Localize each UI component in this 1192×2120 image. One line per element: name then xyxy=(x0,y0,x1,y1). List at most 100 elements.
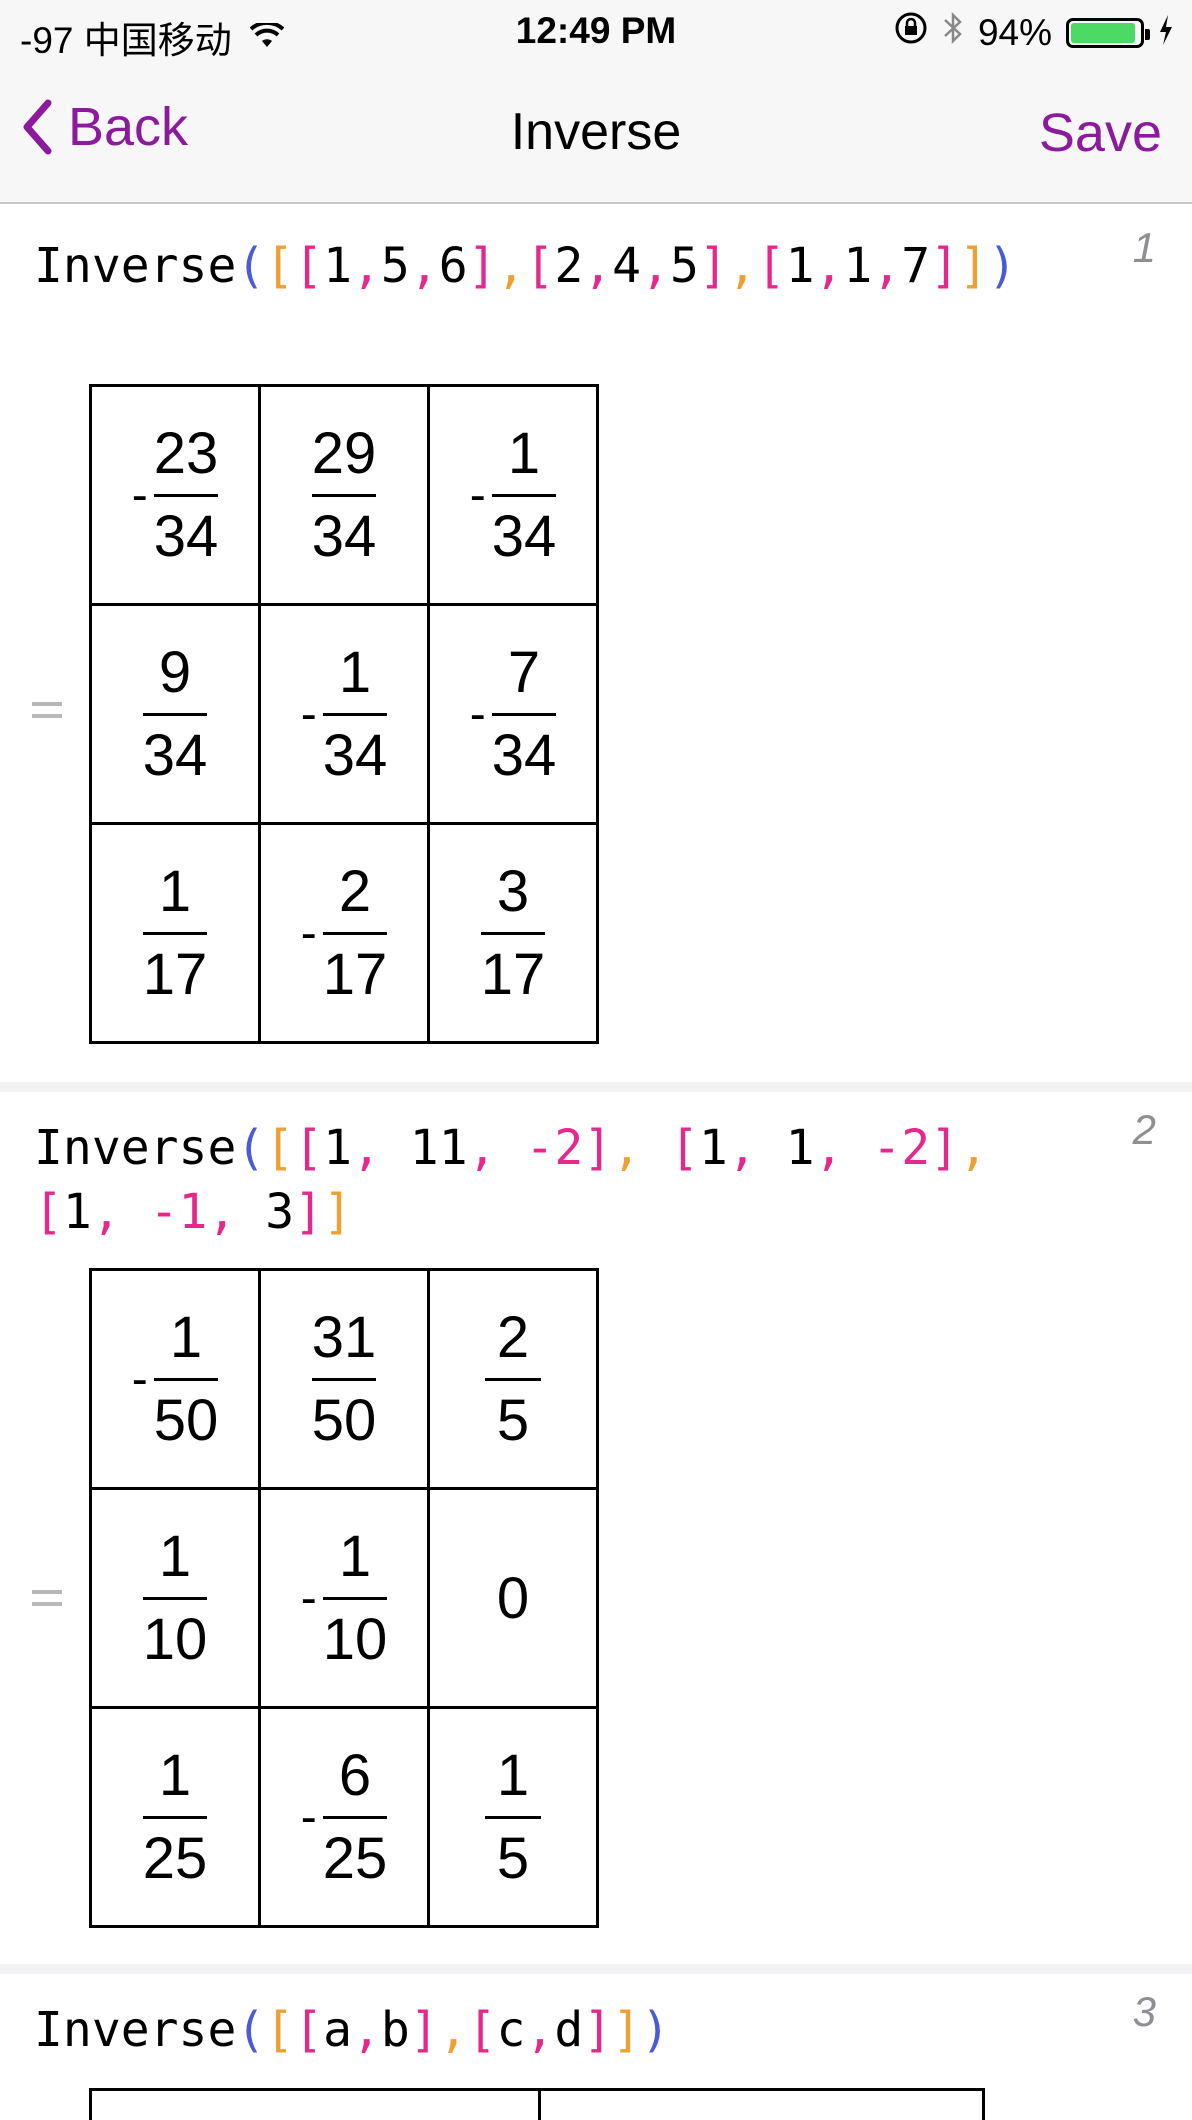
fraction-numerator: 1 xyxy=(169,1304,203,1370)
matrix-cell: 29 34 xyxy=(258,384,430,606)
fraction-denominator: 17 xyxy=(480,941,546,1007)
fraction-bar xyxy=(480,931,546,935)
fraction-denominator: 34 xyxy=(322,722,388,788)
matrix-cell: -1 34 xyxy=(258,603,430,825)
fraction: 9 34 xyxy=(142,639,208,790)
fraction-numerator: 1 xyxy=(158,1742,192,1808)
fraction-denominator: 50 xyxy=(153,1387,219,1453)
battery-fill xyxy=(1071,22,1135,43)
fraction-sign: - xyxy=(300,1571,317,1625)
fraction-bar xyxy=(491,712,557,716)
fraction-numerator: 1 xyxy=(158,1523,192,1589)
matrix-cell: 31 50 xyxy=(258,1268,430,1490)
fraction-denominator: 17 xyxy=(142,941,208,1007)
status-bar: -97 中国移动 12:49 PM 94% xyxy=(0,0,1192,66)
matrix-cell: -23 34 xyxy=(89,384,261,606)
fraction-denominator: 25 xyxy=(142,1825,208,1891)
fraction-numerator: 23 xyxy=(153,420,219,486)
fraction-bar xyxy=(153,493,219,497)
fraction-sign: - xyxy=(131,1352,148,1406)
matrix-cell: -1 50 xyxy=(89,1268,261,1490)
fraction: 31 50 xyxy=(311,1304,377,1455)
status-right: 94% xyxy=(894,10,1174,55)
rotation-lock-icon xyxy=(894,11,928,54)
fraction: -2 17 xyxy=(301,858,388,1009)
fraction-bar xyxy=(485,1377,541,1381)
fraction-numerator: 29 xyxy=(311,420,377,486)
entry-2[interactable]: 2 Inverse([[1, 11, -2], [1, 1, -2], [1, … xyxy=(0,1092,1192,1964)
fraction-bar xyxy=(142,712,208,716)
fraction-denominator: 50 xyxy=(311,1387,377,1453)
fraction: 1 25 xyxy=(142,1742,208,1893)
fraction-denominator: 5 xyxy=(496,1387,530,1453)
fraction-sign: - xyxy=(469,468,486,522)
fraction: -6 25 xyxy=(301,1742,388,1893)
matrix-cell: 25 xyxy=(427,1268,599,1490)
matrix-cell: 1 10 xyxy=(89,1487,261,1709)
result-matrix-partial xyxy=(89,2088,985,2120)
equals-sign xyxy=(32,702,62,726)
fraction-numerator: 7 xyxy=(507,639,541,705)
fraction-sign: - xyxy=(300,1790,317,1844)
fraction-bar xyxy=(322,1815,388,1819)
fraction-denominator: 10 xyxy=(142,1606,208,1672)
matrix-row: -1 50 31 50 2 5 xyxy=(89,1268,599,1490)
fraction: 1 17 xyxy=(142,858,208,1009)
result-matrix: -23 34 29 34-1 34 9 34-1 34-7 34 1 17-2 17 3 17 xyxy=(89,384,599,1044)
matrix-row: -23 34 29 34-1 34 xyxy=(89,384,599,606)
fraction: -1 34 xyxy=(301,639,388,790)
fraction: -23 34 xyxy=(132,420,219,571)
fraction-bar xyxy=(311,1377,377,1381)
matrix-cell: 15 xyxy=(427,1706,599,1928)
fraction: -7 34 xyxy=(470,639,557,790)
entry-number: 3 xyxy=(1132,1988,1156,2035)
expression-input[interactable]: Inverse([[1,5,6],[2,4,5],[1,1,7]]) xyxy=(34,234,1074,298)
fraction-denominator: 34 xyxy=(142,722,208,788)
entry-3[interactable]: 3 Inverse([[a,b],[c,d]]) xyxy=(0,1974,1192,2120)
fraction-numerator: 1 xyxy=(338,1523,372,1589)
charging-icon xyxy=(1158,12,1174,54)
entry-number: 2 xyxy=(1132,1106,1156,1153)
fraction: -1 50 xyxy=(132,1304,219,1455)
matrix-cell: 9 34 xyxy=(89,603,261,825)
matrix-cell: 1 25 xyxy=(89,1706,261,1928)
fraction-numerator: 1 xyxy=(158,858,192,924)
entry-1[interactable]: 1 Inverse([[1,5,6],[2,4,5],[1,1,7]]) -23… xyxy=(0,204,1192,1082)
expression-input[interactable]: Inverse([[1, 11, -2], [1, 1, -2], [1, -1… xyxy=(34,1116,1074,1244)
fraction-numerator: 9 xyxy=(158,639,192,705)
fraction: 1 10 xyxy=(142,1523,208,1674)
equals-sign xyxy=(32,1590,62,1614)
fraction-sign: - xyxy=(300,906,317,960)
fraction-denominator: 34 xyxy=(153,503,219,569)
matrix-row: 9 34-1 34-7 34 xyxy=(89,603,599,825)
fraction-numerator: 31 xyxy=(311,1304,377,1370)
fraction-numerator: 3 xyxy=(496,858,530,924)
fraction: -1 10 xyxy=(301,1523,388,1674)
matrix-cell: -1 34 xyxy=(427,384,599,606)
fraction-bar xyxy=(142,931,208,935)
fraction-bar xyxy=(491,493,557,497)
fraction-numerator: 1 xyxy=(338,639,372,705)
expression-input[interactable]: Inverse([[a,b],[c,d]]) xyxy=(34,1998,1074,2062)
result-matrix: -1 50 31 50 2 5 1 10-1 10 0 1 25-6 25 1 5 xyxy=(89,1268,599,1928)
fraction-sign: - xyxy=(300,687,317,741)
fraction-denominator: 34 xyxy=(311,503,377,569)
fraction: 3 17 xyxy=(480,858,546,1009)
navigation-bar: Back Inverse Save xyxy=(0,66,1192,204)
fraction-denominator: 10 xyxy=(322,1606,388,1672)
fraction-bar xyxy=(153,1377,219,1381)
matrix-cell: -6 25 xyxy=(258,1706,430,1928)
matrix-cell: -7 34 xyxy=(427,603,599,825)
fraction-denominator: 25 xyxy=(322,1825,388,1891)
page-title: Inverse xyxy=(510,103,682,161)
fraction: -1 34 xyxy=(470,420,557,571)
save-button[interactable]: Save xyxy=(1039,102,1162,164)
matrix-cell: 1 17 xyxy=(89,822,261,1044)
matrix-row: 1 25-6 25 1 5 xyxy=(89,1706,599,1928)
matrix-row: 1 17-2 17 3 17 xyxy=(89,822,599,1044)
cell-value: 0 xyxy=(496,1565,530,1631)
fraction: 15 xyxy=(485,1742,541,1893)
fraction-sign: - xyxy=(469,687,486,741)
fraction-bar xyxy=(322,931,388,935)
fraction-denominator: 5 xyxy=(496,1825,530,1891)
